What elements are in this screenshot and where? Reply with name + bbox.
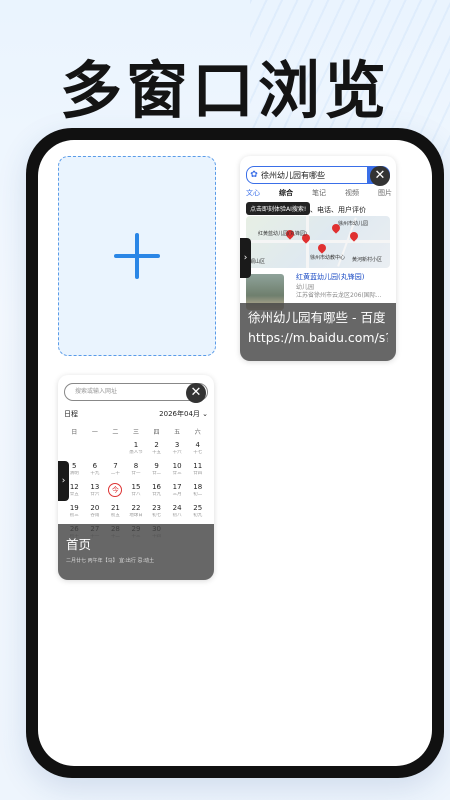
calendar-month: 2026年04月 ⌄ [159, 410, 208, 418]
result-address: 江苏省徐州市云龙区206(国际... [296, 292, 382, 299]
window-title: 首页 [66, 537, 92, 552]
close-window-icon[interactable]: ✕ [186, 383, 206, 403]
page-headline: 多窗口浏览 [59, 54, 390, 127]
weekday-label: 三 [132, 429, 139, 436]
calendar-day: 20 谷雨 [90, 504, 100, 518]
calendar-day: 2 十五 [152, 441, 162, 455]
map-thumbnail: 红黄蓝幼儿园(丸锋园) 徐州市幼儿园 徐州市幼教中心 铜山区 黄河新村小区 [246, 216, 390, 268]
calendar-day: 21 初五 [110, 504, 120, 518]
calendar-day: 17 三月 [172, 483, 182, 497]
baidu-tab: 综合 [279, 189, 293, 197]
new-window-button[interactable] [58, 156, 216, 356]
calendar-day: 3 十六 [172, 441, 182, 455]
map-pin-icon [316, 242, 328, 254]
calendar-day: 18 初二 [193, 483, 203, 497]
calendar-day: 11 廿四 [193, 462, 203, 476]
calendar-day: 9 廿二 [152, 462, 162, 476]
baidu-search-query: 徐州幼儿园有哪些 [261, 170, 325, 180]
calendar-day [64, 441, 85, 458]
phone-screen: ✕ › ✿ 徐州幼儿园有哪些 百度 文心 综合 笔记 视频 图片 点击即刻体验A… [38, 140, 432, 766]
calendar-day: 1 愚人节 [129, 441, 143, 455]
calendar-day: 16 廿九 [152, 483, 162, 497]
baidu-subtitle: 、电话、用户评价 [310, 206, 366, 214]
calendar-day [105, 441, 126, 458]
chevron-right-icon[interactable]: › [240, 238, 251, 278]
map-label: 徐州市幼教中心 [310, 255, 346, 261]
phone-frame: ✕ › ✿ 徐州幼儿园有哪些 百度 文心 综合 笔记 视频 图片 点击即刻体验A… [26, 128, 444, 778]
weekday-label: 日 [71, 429, 78, 436]
almanac-line: 二月廿七 丙午年【马】 宜:出行 忌:动土 [66, 558, 155, 564]
baidu-tab: 文心 [246, 189, 260, 197]
close-window-icon[interactable]: ✕ [370, 166, 390, 186]
calendar-weekdays: 日一二三四五六 [64, 427, 208, 436]
baidu-search-bar: ✿ 徐州幼儿园有哪些 百度 [246, 166, 390, 184]
calendar-day: 24 初八 [172, 504, 182, 518]
baidu-tab: 笔记 [312, 189, 326, 197]
calendar-day: 8 廿一 [131, 462, 141, 476]
calendar-day: 19 初三 [69, 504, 79, 518]
baidu-tabs: 文心 综合 笔记 视频 图片 [246, 188, 392, 198]
calendar-day: 今 [105, 483, 126, 500]
result-title: 红黄蓝幼儿园(丸锋园) [296, 273, 365, 281]
calendar-day: 15 廿八 [131, 483, 141, 497]
baidu-tab: 视频 [345, 189, 359, 197]
window-url: https://m.baidu.com/s?... [248, 330, 388, 345]
weekday-label: 四 [153, 429, 160, 436]
plus-icon [114, 233, 160, 279]
ai-search-tooltip: 点击即刻体验AI搜索! [246, 202, 311, 215]
chevron-right-icon[interactable]: › [58, 461, 69, 501]
map-label: 铜山区 [250, 259, 266, 265]
weekday-label: 六 [194, 429, 201, 436]
map-label: 红黄蓝幼儿园(丸锋园) [258, 231, 307, 237]
calendar-day: 23 初七 [152, 504, 162, 518]
weekday-label: 五 [174, 429, 181, 436]
window-card-home[interactable]: ✕ › 搜索或输入网址 日程 2026年04月 ⌄ 日一二三四五六 1 愚人节 2 十… [58, 375, 214, 580]
calendar-day [85, 441, 106, 458]
window-caption: 首页 二月廿七 丙午年【马】 宜:出行 忌:动土 [58, 524, 214, 580]
baidu-paw-icon: ✿ [250, 170, 258, 180]
weekday-label: 一 [91, 429, 98, 436]
calendar-header: 日程 2026年04月 ⌄ [64, 409, 208, 419]
window-caption: 徐州幼儿园有哪些 - 百度 https://m.baidu.com/s?... [240, 303, 396, 361]
calendar-label: 日程 [64, 410, 78, 418]
calendar-day: 10 廿三 [172, 462, 182, 476]
calendar-day: 7 二十 [110, 462, 120, 476]
window-card-baidu[interactable]: ✕ › ✿ 徐州幼儿园有哪些 百度 文心 综合 笔记 视频 图片 点击即刻体验A… [240, 156, 396, 361]
calendar-day: 22 地球日 [129, 504, 143, 518]
map-label: 徐州市幼儿园 [338, 221, 369, 227]
calendar-day: 25 初九 [193, 504, 203, 518]
baidu-tab: 图片 [378, 189, 392, 197]
map-label: 黄河新村小区 [352, 257, 383, 263]
weekday-label: 二 [112, 429, 119, 436]
calendar-day: 13 廿六 [90, 483, 100, 497]
window-title: 徐州幼儿园有哪些 - 百度 [248, 310, 386, 325]
calendar-day: 4 十七 [193, 441, 203, 455]
calendar-day: 6 十九 [90, 462, 100, 476]
